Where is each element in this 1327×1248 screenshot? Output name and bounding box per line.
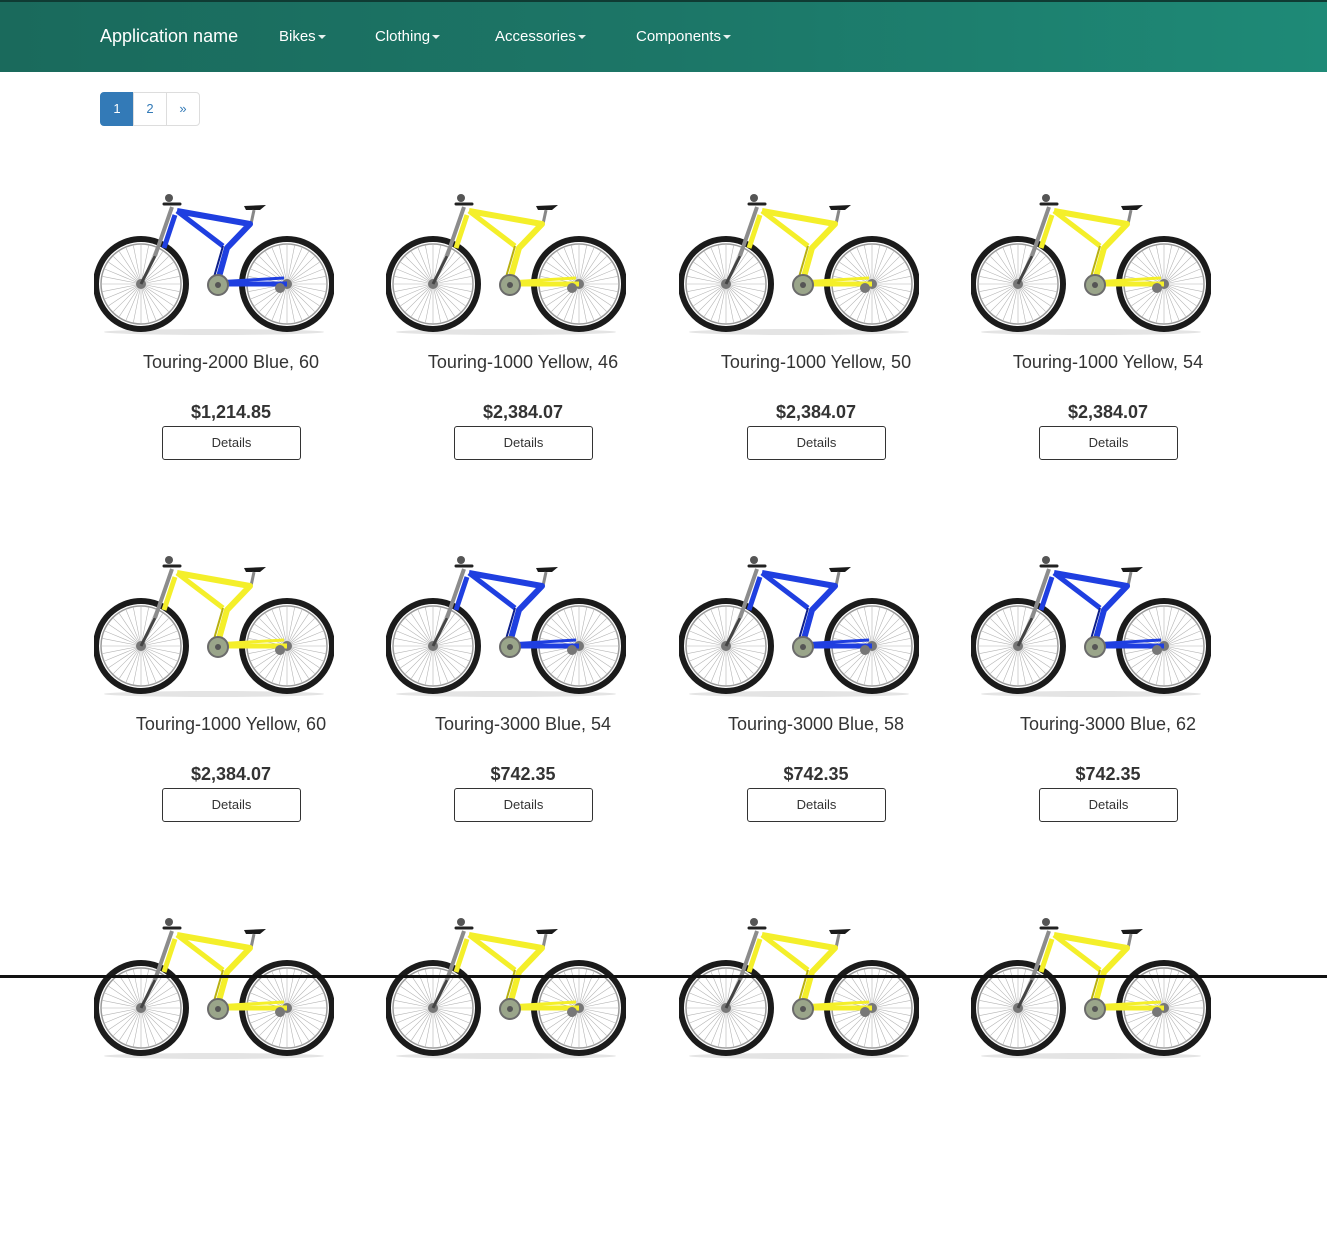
product-card (670, 908, 962, 1248)
product-name: Touring-3000 Blue, 62 (1019, 714, 1197, 734)
navbar: Application name Bikes Clothing Accessor… (0, 2, 1327, 72)
nav-item-label: Bikes (279, 28, 316, 45)
product-price: $742.35 (1075, 764, 1141, 784)
details-button[interactable]: Details (747, 788, 886, 822)
nav-item-label: Accessories (495, 28, 576, 45)
product-name: Touring-1000 Yellow, 50 (720, 352, 912, 372)
product-card (377, 908, 669, 1248)
caret-down-icon (723, 35, 732, 40)
next-page-link[interactable]: » (166, 92, 200, 126)
details-button[interactable]: Details (162, 426, 301, 460)
product-image[interactable] (970, 908, 1212, 1065)
product-name: Touring-3000 Blue, 54 (434, 714, 612, 734)
caret-down-icon (432, 35, 441, 40)
product-card: Touring-1000 Yellow, 54 $2,384.07 Details (962, 184, 1254, 524)
product-image[interactable] (385, 908, 627, 1065)
pagination: 1 2 » (100, 92, 200, 126)
product-image[interactable] (678, 184, 920, 341)
details-button[interactable]: Details (1039, 788, 1178, 822)
product-image[interactable] (678, 546, 920, 703)
details-button[interactable]: Details (747, 426, 886, 460)
product-price: $1,214.85 (190, 402, 272, 422)
product-card (85, 908, 377, 1248)
product-card: Touring-3000 Blue, 62 $742.35 Details (962, 546, 1254, 886)
product-image[interactable] (678, 908, 920, 1065)
product-image[interactable] (93, 546, 335, 703)
details-button[interactable]: Details (454, 426, 593, 460)
product-card: Touring-1000 Yellow, 60 $2,384.07 Details (85, 546, 377, 886)
product-card: Touring-2000 Blue, 60 $1,214.85 Details (85, 184, 377, 524)
product-price: $2,384.07 (1067, 402, 1149, 422)
nav-item-bikes[interactable]: Bikes (279, 28, 326, 45)
product-image[interactable] (93, 908, 335, 1065)
nav-item-accessories[interactable]: Accessories (495, 28, 586, 45)
product-name: Touring-2000 Blue, 60 (142, 352, 320, 372)
product-card: Touring-3000 Blue, 58 $742.35 Details (670, 546, 962, 886)
product-price: $2,384.07 (190, 764, 272, 784)
caret-down-icon (577, 35, 586, 40)
product-price: $2,384.07 (775, 402, 857, 422)
product-card: Touring-1000 Yellow, 50 $2,384.07 Details (670, 184, 962, 524)
product-card: Touring-3000 Blue, 54 $742.35 Details (377, 546, 669, 886)
product-card (962, 908, 1254, 1248)
product-card: Touring-1000 Yellow, 46 $2,384.07 Details (377, 184, 669, 524)
details-button[interactable]: Details (1039, 426, 1178, 460)
product-name: Touring-1000 Yellow, 54 (1012, 352, 1204, 372)
nav-item-clothing[interactable]: Clothing (375, 28, 441, 45)
nav-item-components[interactable]: Components (636, 28, 732, 45)
product-name: Touring-3000 Blue, 58 (727, 714, 905, 734)
details-button[interactable]: Details (162, 788, 301, 822)
product-image[interactable] (970, 546, 1212, 703)
product-image[interactable] (385, 184, 627, 341)
product-image[interactable] (93, 184, 335, 341)
product-image[interactable] (385, 546, 627, 703)
product-price: $742.35 (490, 764, 556, 784)
product-price: $742.35 (783, 764, 849, 784)
product-name: Touring-1000 Yellow, 46 (427, 352, 619, 372)
product-image[interactable] (970, 184, 1212, 341)
product-name: Touring-1000 Yellow, 60 (135, 714, 327, 734)
product-price: $2,384.07 (482, 402, 564, 422)
page-link-1[interactable]: 1 (100, 92, 134, 126)
page-link-2[interactable]: 2 (133, 92, 167, 126)
details-button[interactable]: Details (454, 788, 593, 822)
caret-down-icon (317, 35, 326, 40)
nav-item-label: Components (636, 28, 722, 45)
brand-link[interactable]: Application name (100, 26, 238, 47)
nav-item-label: Clothing (375, 28, 431, 45)
